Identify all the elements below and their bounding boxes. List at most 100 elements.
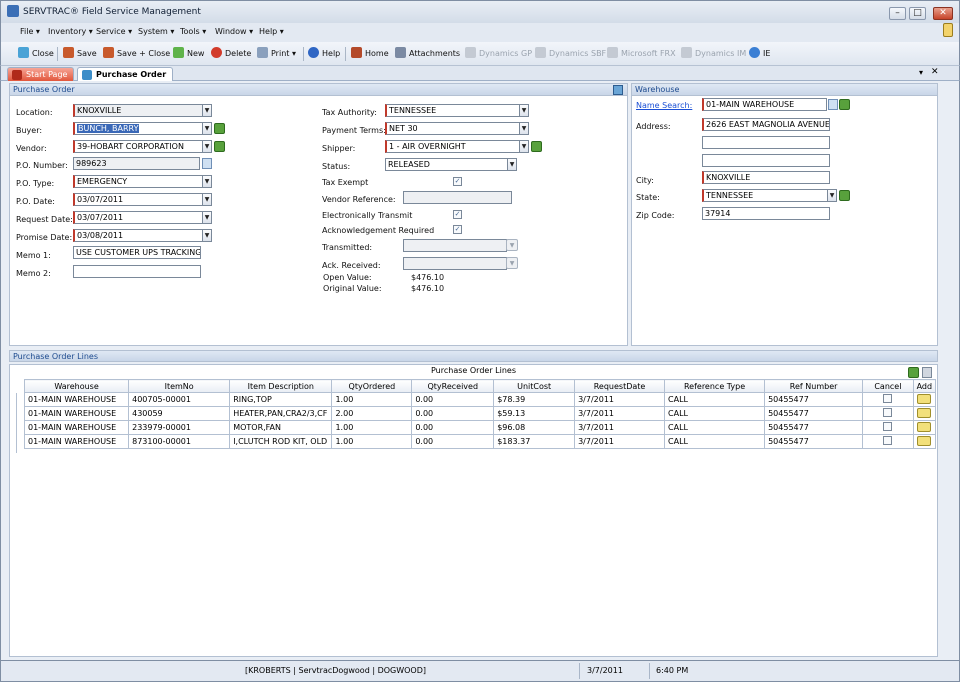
tax-authority-field[interactable]: TENNESSEE <box>385 104 520 117</box>
cell-itemno[interactable]: 233979-00001 <box>128 420 231 435</box>
cell-item-description[interactable]: HEATER,PAN,CRA2/3,CF <box>229 406 333 421</box>
state-field[interactable]: TENNESSEE <box>702 189 828 202</box>
col-unitcost[interactable]: UnitCost <box>493 379 576 393</box>
cell-qtyordered[interactable]: 1.00 <box>331 420 413 435</box>
microsoft-frx-button[interactable]: Microsoft FRX <box>607 47 676 61</box>
save-button[interactable]: Save <box>63 47 97 61</box>
tax-exempt-checkbox[interactable]: ✓ <box>453 177 462 186</box>
vendor-field[interactable]: 39-HOBART CORPORATION <box>73 140 203 153</box>
cell-requestdate[interactable]: 3/7/2011 <box>574 392 666 407</box>
add-note-icon[interactable] <box>917 435 932 446</box>
maximize-button[interactable]: □ <box>909 7 926 20</box>
col-warehouse[interactable]: Warehouse <box>23 379 130 393</box>
po-type-field[interactable]: EMERGENCY <box>73 175 203 188</box>
grid-add-icon[interactable] <box>908 367 919 378</box>
menu-file[interactable]: File ▾ <box>20 27 40 36</box>
cancel-checkbox[interactable] <box>883 408 893 417</box>
cancel-checkbox[interactable] <box>883 394 893 403</box>
shipper-lookup-icon[interactable] <box>531 141 542 152</box>
transmitted-dropdown[interactable]: ▼ <box>506 239 518 251</box>
ack-received-dropdown[interactable]: ▼ <box>506 257 518 269</box>
cell-reference-type[interactable]: CALL <box>664 392 766 407</box>
cancel-checkbox[interactable] <box>883 436 893 445</box>
close-window-button[interactable]: ✕ <box>933 7 953 20</box>
minimize-button[interactable]: – <box>889 7 906 20</box>
cell-qtyreceived[interactable]: 0.00 <box>411 406 495 421</box>
cell-requestdate[interactable]: 3/7/2011 <box>574 406 666 421</box>
status-dropdown[interactable]: ▼ <box>507 158 517 171</box>
warehouse-details-icon[interactable] <box>828 99 838 110</box>
cell-itemno[interactable]: 873100-00001 <box>128 434 231 449</box>
warehouse-lookup-icon[interactable] <box>839 99 850 110</box>
grid-print-icon[interactable] <box>922 367 932 378</box>
close-tab-button[interactable]: ✕ <box>931 67 939 77</box>
cell-qtyreceived[interactable]: 0.00 <box>411 420 495 435</box>
cell-warehouse[interactable]: 01-MAIN WAREHOUSE <box>23 406 130 421</box>
row-selector-gutter[interactable] <box>16 393 24 453</box>
ie-button[interactable]: IE <box>749 47 770 61</box>
po-date-dropdown[interactable]: ▼ <box>202 193 212 206</box>
address3-field[interactable] <box>702 154 830 167</box>
state-dropdown[interactable]: ▼ <box>827 189 837 202</box>
address2-field[interactable] <box>702 136 830 149</box>
menu-inventory[interactable]: Inventory ▾ <box>48 27 93 36</box>
dynamics-sbf-button[interactable]: Dynamics SBF <box>535 47 606 61</box>
address1-field[interactable]: 2626 EAST MAGNOLIA AVENUE <box>702 118 830 131</box>
vendor-lookup-icon[interactable] <box>214 141 225 152</box>
vendor-dropdown[interactable]: ▼ <box>202 140 212 153</box>
location-dropdown[interactable]: ▼ <box>202 104 212 117</box>
close-button[interactable]: Close <box>18 47 54 61</box>
tax-authority-dropdown[interactable]: ▼ <box>519 104 529 117</box>
request-date-dropdown[interactable]: ▼ <box>202 211 212 224</box>
menu-system[interactable]: System ▾ <box>138 27 174 36</box>
location-field[interactable]: KNOXVILLE <box>73 104 203 117</box>
cell-ref-number[interactable]: 50455477 <box>764 420 864 435</box>
home-button[interactable]: Home <box>351 47 389 61</box>
cell-ref-number[interactable]: 50455477 <box>764 434 864 449</box>
print-button[interactable]: Print ▾ <box>257 47 296 61</box>
add-note-icon[interactable] <box>917 421 932 432</box>
po-date-field[interactable]: 03/07/2011 <box>73 193 203 206</box>
transmitted-field[interactable] <box>403 239 507 252</box>
table-row[interactable]: 01-MAIN WAREHOUSE 400705-00001 RING,TOP … <box>23 392 937 407</box>
table-row[interactable]: 01-MAIN WAREHOUSE 233979-00001 MOTOR,FAN… <box>23 420 937 435</box>
state-lookup-icon[interactable] <box>839 190 850 201</box>
name-search-link[interactable]: Name Search: <box>636 101 692 110</box>
add-note-icon[interactable] <box>917 393 932 404</box>
col-reference-type[interactable]: Reference Type <box>664 379 766 393</box>
attachments-button[interactable]: Attachments <box>395 47 460 61</box>
cell-itemno[interactable]: 400705-00001 <box>128 392 231 407</box>
po-type-dropdown[interactable]: ▼ <box>202 175 212 188</box>
electronically-transmit-checkbox[interactable]: ✓ <box>453 210 462 219</box>
cell-unitcost[interactable]: $78.39 <box>493 392 576 407</box>
cell-item-description[interactable]: I,CLUTCH ROD KIT, OLD <box>229 434 333 449</box>
memo2-field[interactable] <box>73 265 201 278</box>
ack-received-field[interactable] <box>403 257 507 270</box>
buyer-dropdown[interactable]: ▼ <box>202 122 212 135</box>
ack-required-checkbox[interactable]: ✓ <box>453 225 462 234</box>
save-close-button[interactable]: Save + Close <box>103 47 170 61</box>
dynamics-gp-button[interactable]: Dynamics GP <box>465 47 532 61</box>
cell-unitcost[interactable]: $59.13 <box>493 406 576 421</box>
menu-help[interactable]: Help ▾ <box>259 27 284 36</box>
menu-tools[interactable]: Tools ▾ <box>180 27 206 36</box>
cell-ref-number[interactable]: 50455477 <box>764 392 864 407</box>
cell-reference-type[interactable]: CALL <box>664 420 766 435</box>
cell-unitcost[interactable]: $96.08 <box>493 420 576 435</box>
payment-terms-field[interactable]: NET 30 <box>385 122 520 135</box>
delete-button[interactable]: Delete <box>211 47 251 61</box>
menu-window[interactable]: Window ▾ <box>215 27 253 36</box>
col-item-description[interactable]: Item Description <box>229 379 333 393</box>
promise-date-field[interactable]: 03/08/2011 <box>73 229 203 242</box>
po-number-icon[interactable] <box>202 158 212 169</box>
table-row[interactable]: 01-MAIN WAREHOUSE 430059 HEATER,PAN,CRA2… <box>23 406 937 421</box>
promise-date-dropdown[interactable]: ▼ <box>202 229 212 242</box>
cell-qtyordered[interactable]: 2.00 <box>331 406 413 421</box>
cell-qtyordered[interactable]: 1.00 <box>331 434 413 449</box>
warehouse-name-field[interactable]: 01-MAIN WAREHOUSE <box>702 98 827 111</box>
new-button[interactable]: New <box>173 47 204 61</box>
tab-start-page[interactable]: Start Page <box>7 67 75 81</box>
buyer-field[interactable]: BUNCH, BARRY <box>73 122 203 135</box>
add-note-icon[interactable] <box>917 407 932 418</box>
cell-warehouse[interactable]: 01-MAIN WAREHOUSE <box>23 420 130 435</box>
